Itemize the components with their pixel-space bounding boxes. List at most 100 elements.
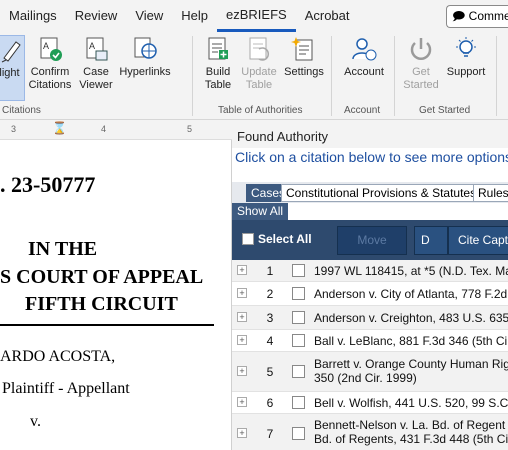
- expand-icon[interactable]: +: [237, 366, 247, 376]
- settings-label: Settings: [284, 66, 324, 78]
- row-number: 3: [266, 311, 274, 325]
- table-row[interactable]: + 2 Anderson v. City of Atlanta, 778 F.2…: [232, 282, 508, 306]
- select-all-checkbox[interactable]: Select All: [242, 232, 312, 246]
- group-label-toa: Table of Authorities: [218, 105, 303, 116]
- citation-text[interactable]: Anderson v. City of Atlanta, 778 F.2d: [314, 287, 508, 301]
- row-checkbox[interactable]: [292, 264, 305, 277]
- support-button[interactable]: Support: [443, 35, 489, 79]
- support-label: Support: [446, 66, 486, 78]
- table-row[interactable]: + 6 Bell v. Wolfish, 441 U.S. 520, 99 S.…: [232, 392, 508, 414]
- ribbon-separator: [496, 36, 497, 116]
- case-viewer-button[interactable]: A Case Viewer: [77, 35, 115, 92]
- ribbon-separator: [394, 36, 395, 116]
- citation-text[interactable]: Ball v. LeBlanc, 881 F.3d 346 (5th Cir: [314, 334, 508, 348]
- tab-acrobat[interactable]: Acrobat: [296, 0, 359, 32]
- confirm-label-2: Citations: [28, 79, 72, 91]
- table-row[interactable]: + 7 Bennett-Nelson v. La. Bd. of Regent …: [232, 414, 508, 450]
- expand-icon[interactable]: +: [237, 428, 247, 438]
- expand-icon[interactable]: +: [237, 335, 247, 345]
- ribbon-separator: [192, 36, 193, 116]
- table-row[interactable]: + 5 Barrett v. Orange County Human Rig 3…: [232, 352, 508, 392]
- in-the-heading: IN THE: [28, 238, 98, 260]
- get-started-label-2: Started: [403, 79, 439, 91]
- ruler: 3 ⌛ 4 5: [0, 120, 232, 140]
- cite-caption-button[interactable]: Cite Capt: [448, 226, 508, 255]
- row-checkbox[interactable]: [292, 365, 305, 378]
- build-label-2: Table: [204, 79, 232, 91]
- svg-text:A: A: [89, 41, 95, 51]
- expand-icon[interactable]: +: [237, 265, 247, 275]
- case-number: . 23-50777: [0, 172, 96, 197]
- tab-ezbriefs[interactable]: ezBRIEFS: [217, 0, 296, 32]
- row-checkbox[interactable]: [292, 311, 305, 324]
- expand-icon[interactable]: +: [237, 288, 247, 298]
- select-all-label: Select All: [258, 232, 312, 246]
- document-page[interactable]: . 23-50777 IN THE S COURT OF APPEAL FIFT…: [0, 140, 232, 450]
- expand-icon[interactable]: +: [237, 397, 247, 407]
- citation-text[interactable]: Anderson v. Creighton, 483 U.S. 635: [314, 311, 508, 325]
- confirm-document-icon: A: [40, 37, 62, 61]
- indent-marker[interactable]: ⌛: [52, 121, 67, 135]
- filter-tab-rules[interactable]: Rules &: [473, 184, 508, 202]
- tab-view[interactable]: View: [126, 0, 172, 32]
- row-checkbox[interactable]: [292, 334, 305, 347]
- ruler-mark: 5: [187, 124, 193, 134]
- group-label-get-started: Get Started: [419, 105, 471, 116]
- case-viewer-label-1: Case: [83, 66, 109, 78]
- table-row[interactable]: + 1 1997 WL 118415, at *5 (N.D. Tex. Ma: [232, 260, 508, 282]
- highlight-button[interactable]: light: [0, 35, 25, 101]
- confirm-citations-button[interactable]: A Confirm Citations: [28, 35, 72, 92]
- build-table-icon: [208, 37, 228, 60]
- delete-button[interactable]: D: [414, 226, 448, 255]
- citation-text-cont[interactable]: 350 (2nd Cir. 1999): [314, 371, 508, 385]
- tab-help[interactable]: Help: [172, 0, 217, 32]
- citation-text-cont[interactable]: Bd. of Regents, 431 F.3d 448 (5th Ci: [314, 432, 508, 446]
- row-number: 4: [266, 334, 274, 348]
- update-label-2: Table: [245, 79, 273, 91]
- ribbon: light A Confirm Citations A Case Viewer …: [0, 32, 508, 120]
- ruler-mark: 4: [101, 124, 107, 134]
- ruler-mark: 3: [11, 124, 17, 134]
- update-label-1: Update: [241, 66, 277, 78]
- citation-text[interactable]: Barrett v. Orange County Human Rig: [314, 357, 508, 371]
- party-name: ARDO ACOSTA,: [0, 348, 116, 365]
- highlight-label: light: [0, 67, 20, 79]
- row-number: 1: [266, 264, 274, 278]
- update-table-icon: [249, 37, 269, 61]
- settings-sparkle-icon: [291, 37, 313, 61]
- comments-button[interactable]: 🗩 Comme: [446, 5, 508, 28]
- expand-icon[interactable]: +: [237, 312, 247, 322]
- group-label-account: Account: [344, 105, 381, 116]
- account-button[interactable]: Account: [340, 35, 388, 79]
- table-row[interactable]: + 3 Anderson v. Creighton, 483 U.S. 635: [232, 306, 508, 330]
- update-table-button[interactable]: Update Table: [240, 35, 278, 92]
- build-table-button[interactable]: Build Table: [200, 35, 236, 92]
- citation-text[interactable]: Bennett-Nelson v. La. Bd. of Regent: [314, 418, 508, 432]
- comments-label: Comme: [468, 9, 508, 23]
- move-button[interactable]: Move: [337, 226, 407, 255]
- lightbulb-icon: [456, 37, 476, 57]
- citation-text[interactable]: Bell v. Wolfish, 441 U.S. 520, 99 S.Ct: [314, 396, 508, 410]
- tab-review[interactable]: Review: [66, 0, 127, 32]
- table-row[interactable]: + 4 Ball v. LeBlanc, 881 F.3d 346 (5th C…: [232, 330, 508, 352]
- filter-tab-statutes[interactable]: Constitutional Provisions & Statutes: [281, 184, 482, 202]
- globe-link-icon: [134, 37, 157, 59]
- group-label-citations: Citations: [2, 105, 41, 116]
- power-icon: [410, 38, 432, 60]
- row-number: 2: [266, 287, 274, 301]
- tab-mailings[interactable]: Mailings: [0, 0, 66, 32]
- hyperlinks-label: Hyperlinks: [119, 66, 171, 78]
- get-started-label-1: Get: [412, 66, 430, 78]
- citation-text[interactable]: 1997 WL 118415, at *5 (N.D. Tex. Ma: [314, 264, 508, 278]
- pane-title: Found Authority: [232, 120, 508, 148]
- get-started-button[interactable]: Get Started: [400, 35, 442, 92]
- court-heading: S COURT OF APPEAL: [0, 266, 204, 288]
- show-all-button[interactable]: Show All: [232, 203, 289, 220]
- hyperlinks-button[interactable]: Hyperlinks: [117, 35, 173, 79]
- row-checkbox[interactable]: [292, 287, 305, 300]
- checkbox-box: [242, 233, 254, 245]
- settings-button[interactable]: Settings: [283, 35, 325, 79]
- confirm-label-1: Confirm: [30, 66, 70, 78]
- row-checkbox[interactable]: [292, 396, 305, 409]
- row-checkbox[interactable]: [292, 427, 305, 440]
